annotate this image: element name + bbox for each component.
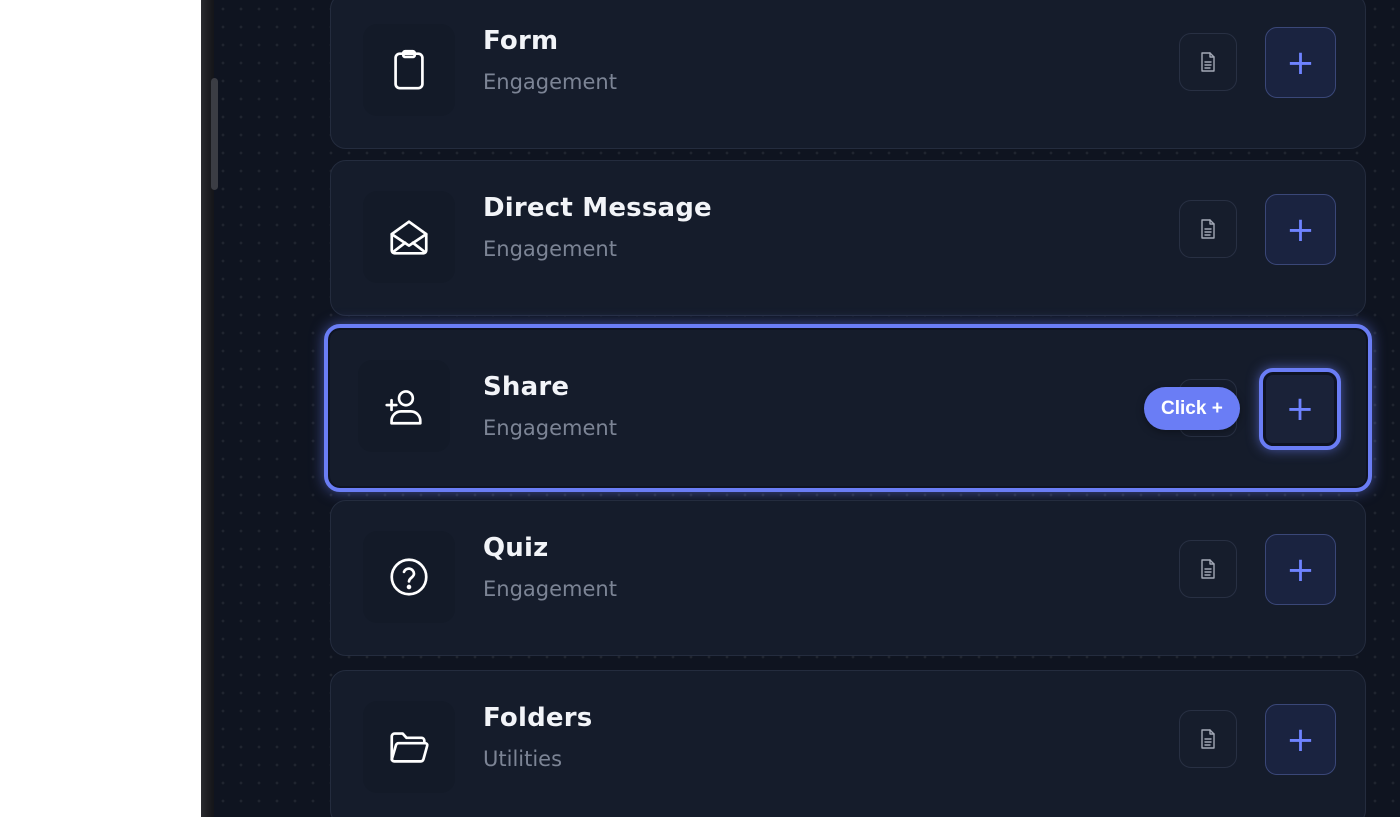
list-item-share[interactable]: Share Engagement Click + + bbox=[324, 324, 1372, 492]
add-button[interactable]: + bbox=[1259, 368, 1341, 450]
item-icon-box bbox=[358, 360, 450, 452]
add-button[interactable]: + bbox=[1265, 194, 1336, 265]
item-title: Quiz bbox=[483, 533, 549, 563]
add-button[interactable]: + bbox=[1265, 534, 1336, 605]
list-item-direct-message[interactable]: Direct Message Engagement + bbox=[330, 160, 1366, 316]
details-button[interactable] bbox=[1179, 710, 1237, 768]
envelope-open-icon bbox=[390, 220, 428, 255]
list-item-folders[interactable]: Folders Utilities + bbox=[330, 670, 1366, 817]
details-button[interactable] bbox=[1179, 33, 1237, 91]
list-item-quiz[interactable]: Quiz Engagement + bbox=[330, 500, 1366, 656]
item-icon-box bbox=[363, 531, 455, 623]
add-button[interactable]: + bbox=[1265, 27, 1336, 98]
folder-open-icon bbox=[390, 732, 429, 763]
user-plus-icon bbox=[385, 390, 422, 425]
document-icon bbox=[1201, 729, 1215, 749]
item-title: Form bbox=[483, 26, 559, 56]
document-icon bbox=[1201, 219, 1215, 239]
component-list-panel: Form Engagement + Direct Message Engagem… bbox=[214, 0, 1400, 817]
add-button[interactable]: + bbox=[1265, 704, 1336, 775]
item-icon-box bbox=[363, 191, 455, 283]
scrollbar-thumb[interactable] bbox=[211, 78, 218, 190]
item-category: Engagement bbox=[483, 237, 617, 261]
item-category: Engagement bbox=[483, 416, 617, 440]
item-title: Share bbox=[483, 372, 570, 402]
item-category: Engagement bbox=[483, 70, 617, 94]
empty-left-area bbox=[0, 0, 201, 817]
document-icon bbox=[1201, 559, 1215, 579]
question-circle-icon bbox=[390, 558, 428, 596]
click-hint-tooltip: Click + bbox=[1144, 387, 1240, 430]
item-title: Folders bbox=[483, 703, 593, 733]
clipboard-icon bbox=[394, 49, 424, 90]
list-item-form[interactable]: Form Engagement + bbox=[330, 0, 1366, 149]
item-category: Engagement bbox=[483, 577, 617, 601]
item-title: Direct Message bbox=[483, 193, 712, 223]
item-category: Utilities bbox=[483, 747, 563, 771]
details-button[interactable] bbox=[1179, 540, 1237, 598]
details-button[interactable] bbox=[1179, 200, 1237, 258]
document-icon bbox=[1201, 52, 1215, 72]
item-icon-box bbox=[363, 24, 455, 116]
item-icon-box bbox=[363, 701, 455, 793]
